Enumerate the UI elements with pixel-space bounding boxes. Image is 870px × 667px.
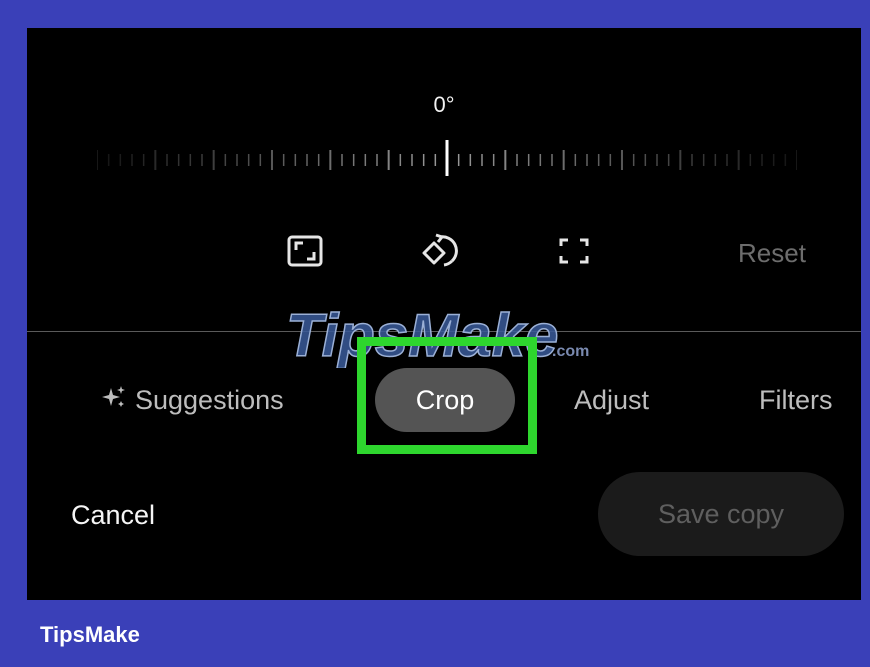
svg-text:TipsMake: TipsMake (286, 302, 558, 368)
save-copy-button[interactable]: Save copy (598, 472, 844, 556)
cancel-button[interactable]: Cancel (71, 490, 155, 540)
tab-filters[interactable]: Filters (759, 373, 833, 427)
aspect-ratio-button[interactable] (282, 228, 328, 274)
tab-suggestions[interactable]: Suggestions (101, 373, 284, 427)
brand-label: TipsMake (40, 622, 140, 647)
free-crop-icon (559, 238, 589, 264)
watermark-logo: TipsMake .com (282, 298, 612, 368)
sparkle-icon (101, 375, 127, 429)
aspect-ratio-icon (287, 235, 323, 267)
svg-text:.com: .com (552, 343, 589, 360)
reset-button[interactable]: Reset (717, 233, 827, 273)
free-crop-button[interactable] (551, 228, 597, 274)
tab-adjust[interactable]: Adjust (574, 373, 649, 427)
rotate-icon (422, 233, 458, 267)
photo-editor-screen: 0° Reset TipsMake .com Suggestions Crop … (27, 28, 861, 600)
tab-suggestions-label: Suggestions (135, 385, 284, 415)
rotation-angle-label: 0° (433, 92, 455, 117)
image-frame: 0° Reset TipsMake .com Suggestions Crop … (0, 0, 870, 667)
rotation-dial[interactable] (97, 140, 797, 176)
rotate-button[interactable] (417, 228, 463, 274)
divider (27, 331, 861, 332)
tab-crop[interactable]: Crop (375, 368, 515, 432)
